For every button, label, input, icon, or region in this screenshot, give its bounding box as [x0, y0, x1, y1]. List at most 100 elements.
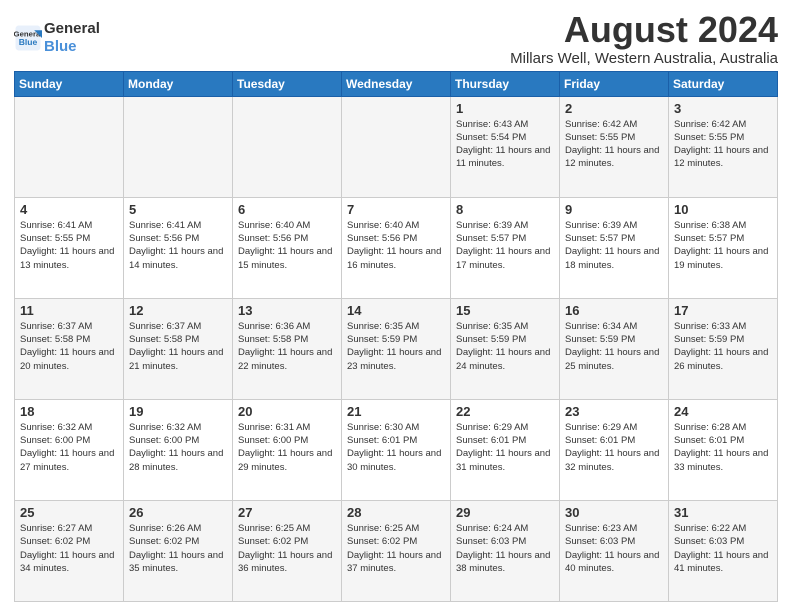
day-info: Sunrise: 6:34 AMSunset: 5:59 PMDaylight:… — [565, 320, 663, 373]
calendar-week-row: 11Sunrise: 6:37 AMSunset: 5:58 PMDayligh… — [15, 298, 778, 399]
weekday-header: Monday — [124, 71, 233, 96]
page: General Blue General Blue August 2024 Mi… — [0, 0, 792, 612]
day-info: Sunrise: 6:42 AMSunset: 5:55 PMDaylight:… — [565, 118, 663, 171]
calendar-cell: 1 Sunrise: 6:43 AMSunset: 5:54 PMDaylight… — [451, 96, 560, 197]
day-info: Sunrise: 6:32 AMSunset: 6:00 PMDaylight:… — [129, 421, 227, 474]
calendar-cell: 22 Sunrise: 6:29 AMSunset: 6:01 PMDayligh… — [451, 399, 560, 500]
day-info: Sunrise: 6:41 AMSunset: 5:56 PMDaylight:… — [129, 219, 227, 272]
calendar-cell: 21 Sunrise: 6:30 AMSunset: 6:01 PMDayligh… — [342, 399, 451, 500]
calendar-cell: 25Sunrise: 6:27 AMSunset: 6:02 PMDayligh… — [15, 500, 124, 601]
day-info: Sunrise: 6:35 AMSunset: 5:59 PMDaylight:… — [347, 320, 445, 373]
logo-text: General Blue — [44, 20, 100, 56]
day-info: Sunrise: 6:35 AMSunset: 5:59 PMDaylight:… — [456, 320, 554, 373]
calendar-cell: 12Sunrise: 6:37 AMSunset: 5:58 PMDayligh… — [124, 298, 233, 399]
calendar-cell: 4 Sunrise: 6:41 AMSunset: 5:55 PMDaylight… — [15, 197, 124, 298]
day-number: 2 — [565, 101, 663, 116]
day-info: Sunrise: 6:33 AMSunset: 5:59 PMDaylight:… — [674, 320, 772, 373]
calendar-cell: 3 Sunrise: 6:42 AMSunset: 5:55 PMDaylight… — [669, 96, 778, 197]
calendar-week-row: 4 Sunrise: 6:41 AMSunset: 5:55 PMDaylight… — [15, 197, 778, 298]
day-number: 17 — [674, 303, 772, 318]
logo-line2: Blue — [44, 38, 100, 56]
calendar-cell: 28Sunrise: 6:25 AMSunset: 6:02 PMDayligh… — [342, 500, 451, 601]
logo-icon: General Blue — [14, 24, 42, 52]
calendar-cell: 5Sunrise: 6:41 AMSunset: 5:56 PMDaylight… — [124, 197, 233, 298]
calendar-week-row: 1 Sunrise: 6:43 AMSunset: 5:54 PMDaylight… — [15, 96, 778, 197]
day-number: 7 — [347, 202, 445, 217]
weekday-header: Thursday — [451, 71, 560, 96]
day-number: 22 — [456, 404, 554, 419]
calendar-table: SundayMondayTuesdayWednesdayThursdayFrid… — [14, 71, 778, 602]
day-info: Sunrise: 6:27 AMSunset: 6:02 PMDaylight:… — [20, 522, 118, 575]
calendar-cell: 10Sunrise: 6:38 AMSunset: 5:57 PMDayligh… — [669, 197, 778, 298]
calendar-cell: 14 Sunrise: 6:35 AMSunset: 5:59 PMDayligh… — [342, 298, 451, 399]
day-info: Sunrise: 6:40 AMSunset: 5:56 PMDaylight:… — [238, 219, 336, 272]
day-number: 20 — [238, 404, 336, 419]
weekday-header: Sunday — [15, 71, 124, 96]
calendar-cell: 13Sunrise: 6:36 AMSunset: 5:58 PMDayligh… — [233, 298, 342, 399]
calendar-cell: 31 Sunrise: 6:22 AMSunset: 6:03 PMDayligh… — [669, 500, 778, 601]
day-info: Sunrise: 6:31 AMSunset: 6:00 PMDaylight:… — [238, 421, 336, 474]
calendar-cell: 17 Sunrise: 6:33 AMSunset: 5:59 PMDayligh… — [669, 298, 778, 399]
day-number: 31 — [674, 505, 772, 520]
calendar-cell: 26Sunrise: 6:26 AMSunset: 6:02 PMDayligh… — [124, 500, 233, 601]
weekday-header: Wednesday — [342, 71, 451, 96]
day-info: Sunrise: 6:43 AMSunset: 5:54 PMDaylight:… — [456, 118, 554, 171]
calendar-cell: 2 Sunrise: 6:42 AMSunset: 5:55 PMDaylight… — [560, 96, 669, 197]
day-info: Sunrise: 6:40 AMSunset: 5:56 PMDaylight:… — [347, 219, 445, 272]
day-info: Sunrise: 6:41 AMSunset: 5:55 PMDaylight:… — [20, 219, 118, 272]
day-number: 24 — [674, 404, 772, 419]
day-number: 6 — [238, 202, 336, 217]
day-number: 1 — [456, 101, 554, 116]
day-number: 18 — [20, 404, 118, 419]
day-info: Sunrise: 6:30 AMSunset: 6:01 PMDaylight:… — [347, 421, 445, 474]
calendar-header-row: SundayMondayTuesdayWednesdayThursdayFrid… — [15, 71, 778, 96]
calendar-cell: 16 Sunrise: 6:34 AMSunset: 5:59 PMDayligh… — [560, 298, 669, 399]
day-info: Sunrise: 6:24 AMSunset: 6:03 PMDaylight:… — [456, 522, 554, 575]
calendar-cell: 18 Sunrise: 6:32 AMSunset: 6:00 PMDayligh… — [15, 399, 124, 500]
weekday-header: Tuesday — [233, 71, 342, 96]
location-title: Millars Well, Western Australia, Austral… — [510, 50, 778, 67]
day-number: 15 — [456, 303, 554, 318]
day-info: Sunrise: 6:28 AMSunset: 6:01 PMDaylight:… — [674, 421, 772, 474]
day-number: 13 — [238, 303, 336, 318]
weekday-header: Saturday — [669, 71, 778, 96]
day-number: 16 — [565, 303, 663, 318]
calendar-cell: 24 Sunrise: 6:28 AMSunset: 6:01 PMDayligh… — [669, 399, 778, 500]
calendar-cell: 20 Sunrise: 6:31 AMSunset: 6:00 PMDayligh… — [233, 399, 342, 500]
day-number: 4 — [20, 202, 118, 217]
day-number: 12 — [129, 303, 227, 318]
day-number: 3 — [674, 101, 772, 116]
calendar-cell — [124, 96, 233, 197]
calendar-cell — [233, 96, 342, 197]
day-info: Sunrise: 6:25 AMSunset: 6:02 PMDaylight:… — [238, 522, 336, 575]
day-number: 28 — [347, 505, 445, 520]
calendar-cell: 27Sunrise: 6:25 AMSunset: 6:02 PMDayligh… — [233, 500, 342, 601]
calendar-cell: 7 Sunrise: 6:40 AMSunset: 5:56 PMDaylight… — [342, 197, 451, 298]
day-info: Sunrise: 6:26 AMSunset: 6:02 PMDaylight:… — [129, 522, 227, 575]
day-number: 23 — [565, 404, 663, 419]
day-info: Sunrise: 6:32 AMSunset: 6:00 PMDaylight:… — [20, 421, 118, 474]
calendar-cell — [15, 96, 124, 197]
day-info: Sunrise: 6:29 AMSunset: 6:01 PMDaylight:… — [456, 421, 554, 474]
calendar-cell: 23Sunrise: 6:29 AMSunset: 6:01 PMDayligh… — [560, 399, 669, 500]
calendar-cell: 8Sunrise: 6:39 AMSunset: 5:57 PMDaylight… — [451, 197, 560, 298]
logo: General Blue General Blue — [14, 20, 100, 56]
day-number: 10 — [674, 202, 772, 217]
day-number: 14 — [347, 303, 445, 318]
calendar-cell: 6 Sunrise: 6:40 AMSunset: 5:56 PMDaylight… — [233, 197, 342, 298]
calendar-week-row: 18 Sunrise: 6:32 AMSunset: 6:00 PMDayligh… — [15, 399, 778, 500]
calendar-cell: 9Sunrise: 6:39 AMSunset: 5:57 PMDaylight… — [560, 197, 669, 298]
calendar-cell: 19 Sunrise: 6:32 AMSunset: 6:00 PMDayligh… — [124, 399, 233, 500]
calendar-cell: 30Sunrise: 6:23 AMSunset: 6:03 PMDayligh… — [560, 500, 669, 601]
day-number: 9 — [565, 202, 663, 217]
day-info: Sunrise: 6:22 AMSunset: 6:03 PMDaylight:… — [674, 522, 772, 575]
header: General Blue General Blue August 2024 Mi… — [14, 10, 778, 67]
day-number: 19 — [129, 404, 227, 419]
day-number: 29 — [456, 505, 554, 520]
svg-text:Blue: Blue — [19, 37, 38, 47]
day-info: Sunrise: 6:42 AMSunset: 5:55 PMDaylight:… — [674, 118, 772, 171]
calendar-week-row: 25Sunrise: 6:27 AMSunset: 6:02 PMDayligh… — [15, 500, 778, 601]
weekday-header: Friday — [560, 71, 669, 96]
day-number: 21 — [347, 404, 445, 419]
calendar-cell: 15 Sunrise: 6:35 AMSunset: 5:59 PMDayligh… — [451, 298, 560, 399]
